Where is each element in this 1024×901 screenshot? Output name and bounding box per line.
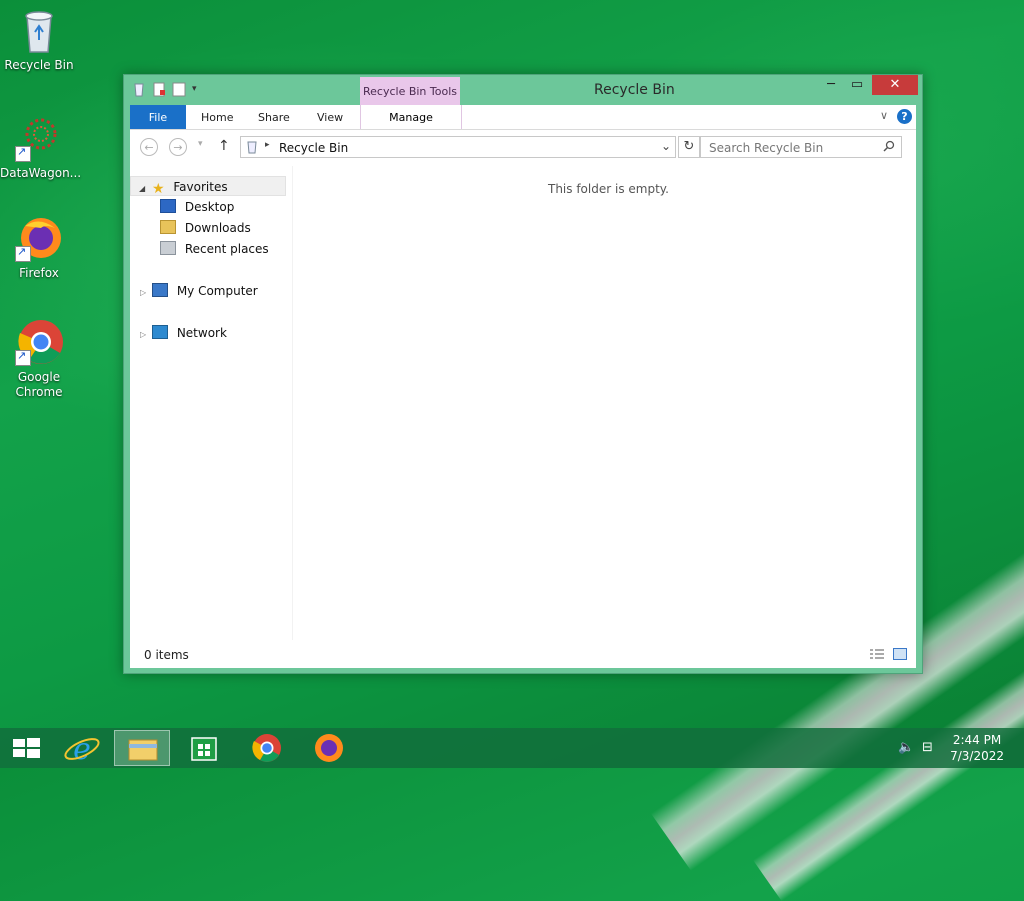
- address-bar-row: ← → ▾ ↑ ▸ Recycle Bin ⌄ ↻ Search Recycle…: [130, 130, 916, 166]
- taskbar: e 🔈 ⊟ 2:44 PM 7/3/2022: [0, 728, 1024, 768]
- firefox-icon: [315, 734, 343, 762]
- maximize-button[interactable]: ▭: [842, 75, 872, 95]
- nav-label: My Computer: [176, 284, 258, 298]
- volume-muted-icon[interactable]: 🔈: [898, 740, 914, 755]
- nav-item-downloads[interactable]: Downloads: [160, 218, 251, 238]
- content-area: ◢ ★ Favorites Desktop Downloads Recent p…: [130, 166, 916, 640]
- tab-share[interactable]: Share: [258, 105, 290, 129]
- taskbar-store[interactable]: [176, 730, 232, 766]
- tab-view[interactable]: View: [317, 105, 343, 129]
- empty-folder-message: This folder is empty.: [548, 182, 669, 196]
- explorer-window: ▾ Recycle Bin Tools Recycle Bin ─ ▭ ✕ Fi…: [123, 74, 923, 674]
- internet-explorer-icon: e: [64, 732, 100, 767]
- shortcut-arrow-icon: [15, 244, 31, 262]
- chevron-right-icon[interactable]: ▸: [265, 140, 270, 150]
- clock-time: 2:44 PM: [952, 733, 1002, 747]
- recycle-bin-small-icon: [246, 140, 258, 157]
- svg-text:e: e: [73, 732, 91, 766]
- chevron-down-icon[interactable]: ⌄: [661, 139, 671, 153]
- chrome-icon: [252, 734, 281, 762]
- large-icons-view-icon[interactable]: [893, 648, 907, 660]
- taskbar-internet-explorer[interactable]: e: [54, 730, 110, 767]
- system-clock[interactable]: 2:44 PM 7/3/2022: [950, 732, 1004, 764]
- search-input[interactable]: Search Recycle Bin: [700, 136, 902, 158]
- back-button[interactable]: ←: [140, 138, 158, 156]
- recycle-bin-icon: [15, 6, 63, 54]
- contextual-tab-header: Recycle Bin Tools: [360, 77, 460, 105]
- expand-arrow-icon[interactable]: ▷: [140, 288, 146, 297]
- desktop-icon-label: Google Chrome: [15, 370, 63, 399]
- nav-item-recent-places[interactable]: Recent places: [160, 239, 269, 259]
- shortcut-arrow-icon: [15, 144, 31, 162]
- tab-file[interactable]: File: [130, 105, 186, 129]
- file-explorer-icon: [128, 739, 158, 761]
- expand-arrow-icon[interactable]: ▷: [140, 330, 146, 339]
- expand-arrow-icon[interactable]: ◢: [139, 184, 145, 193]
- desktop-icon-label: DataWagon...: [0, 166, 82, 180]
- firefox-icon: [15, 214, 63, 262]
- nav-item-my-computer[interactable]: ▷ My Computer: [140, 281, 258, 301]
- nav-item-favorites[interactable]: ◢ ★ Favorites: [130, 176, 286, 197]
- desktop-icon-firefox[interactable]: Firefox: [0, 214, 78, 281]
- forward-button[interactable]: →: [169, 138, 187, 156]
- desktop-icon-label: Firefox: [19, 266, 59, 280]
- chevron-down-icon[interactable]: ∨: [880, 109, 888, 122]
- navigation-pane: ◢ ★ Favorites Desktop Downloads Recent p…: [130, 174, 290, 640]
- nav-label: Desktop: [184, 200, 235, 214]
- status-bar: 0 items: [130, 640, 916, 668]
- windows-logo-icon: [13, 738, 40, 758]
- nav-label: Network: [176, 326, 227, 340]
- address-field[interactable]: ▸ Recycle Bin ⌄: [240, 136, 676, 158]
- taskbar-file-explorer[interactable]: [114, 730, 170, 766]
- computer-icon: [151, 283, 168, 297]
- quick-access-toolbar: ▾: [132, 81, 206, 97]
- item-count: 0 items: [144, 648, 189, 662]
- store-icon: [191, 737, 217, 761]
- refresh-button[interactable]: ↻: [678, 136, 700, 158]
- up-arrow-icon[interactable]: ↑: [218, 138, 230, 154]
- recent-places-icon: [160, 241, 176, 255]
- shortcut-arrow-icon: [15, 348, 31, 366]
- details-view-icon[interactable]: [870, 648, 884, 660]
- datawagon-icon: [15, 114, 63, 162]
- network-icon: [151, 325, 168, 339]
- taskbar-firefox[interactable]: [301, 730, 357, 766]
- nav-item-desktop[interactable]: Desktop: [160, 197, 234, 217]
- desktop-folder-icon: [160, 199, 176, 213]
- desktop-icon-label: Recycle Bin: [4, 58, 74, 72]
- downloads-folder-icon: [160, 220, 176, 234]
- nav-label: Recent places: [184, 242, 269, 256]
- start-button[interactable]: [0, 730, 56, 766]
- desktop-icon-datawagon[interactable]: DataWagon...: [0, 114, 82, 181]
- chevron-down-icon[interactable]: ▾: [192, 81, 206, 97]
- desktop-icon-recycle-bin[interactable]: Recycle Bin: [0, 6, 78, 73]
- clock-date: 7/3/2022: [950, 749, 1004, 763]
- search-icon[interactable]: [883, 140, 895, 155]
- chrome-icon: [15, 318, 63, 366]
- recent-locations-chevron-icon[interactable]: ▾: [198, 139, 203, 149]
- nav-item-network[interactable]: ▷ Network: [140, 323, 227, 343]
- close-button[interactable]: ✕: [872, 75, 918, 95]
- help-icon[interactable]: ?: [897, 109, 912, 124]
- ribbon-tabs: File Home Share View Manage ∨ ?: [130, 105, 916, 130]
- tab-home[interactable]: Home: [201, 105, 233, 129]
- nav-label: Downloads: [184, 221, 251, 235]
- star-icon: ★: [151, 181, 165, 197]
- new-folder-icon[interactable]: [172, 81, 186, 97]
- address-text: Recycle Bin: [279, 141, 349, 155]
- network-status-icon[interactable]: ⊟: [922, 740, 933, 755]
- pane-divider[interactable]: [292, 166, 293, 640]
- window-title: Recycle Bin: [594, 82, 675, 98]
- properties-icon[interactable]: [152, 81, 166, 97]
- desktop-icon-chrome[interactable]: Google Chrome: [0, 318, 78, 400]
- search-placeholder: Search Recycle Bin: [709, 141, 824, 155]
- recycle-bin-small-icon: [132, 81, 146, 97]
- title-bar[interactable]: ▾ Recycle Bin Tools Recycle Bin ─ ▭ ✕: [124, 75, 922, 105]
- taskbar-chrome[interactable]: [239, 730, 295, 766]
- tab-manage[interactable]: Manage: [360, 105, 462, 129]
- nav-label: Favorites: [173, 180, 228, 194]
